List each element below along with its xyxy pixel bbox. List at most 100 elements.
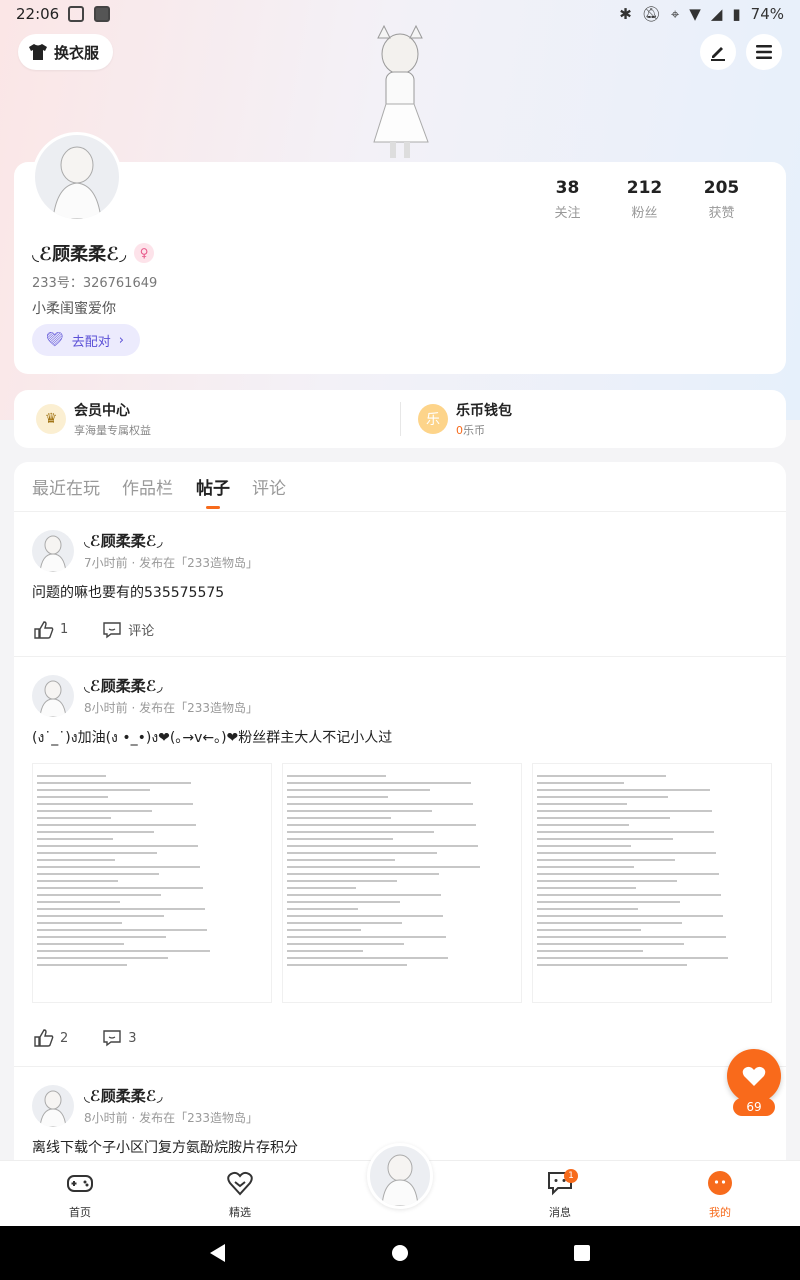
comment-count: 3 (128, 1030, 137, 1046)
image-text-line (287, 789, 430, 791)
stat-fans[interactable]: 212 粉丝 (606, 178, 683, 221)
match-button[interactable]: 💜︎ 去配对 › (32, 324, 140, 356)
nav-featured[interactable]: 精选 (200, 1169, 280, 1220)
image-text-line (537, 887, 636, 889)
image-text-line (287, 824, 476, 826)
profile-avatar[interactable] (32, 132, 122, 222)
nav-center-avatar[interactable] (367, 1143, 433, 1209)
post-image[interactable] (532, 763, 772, 1003)
image-text-line (37, 817, 111, 819)
image-text-line (287, 866, 481, 868)
tab-comments[interactable]: 评论 (252, 474, 286, 499)
image-text-line (37, 782, 192, 784)
image-text-line (287, 852, 437, 854)
post-author-avatar[interactable] (32, 675, 74, 717)
profile-tabs: 最近在玩 作品栏 帖子 评论 (14, 462, 786, 512)
image-text-line (37, 929, 208, 931)
image-text-line (37, 887, 203, 889)
heart-icon (742, 1066, 766, 1086)
image-text-line (37, 908, 205, 910)
image-text-line (537, 908, 639, 910)
image-text-line (287, 915, 444, 917)
floating-like-button[interactable] (727, 1049, 781, 1103)
nav-messages[interactable]: 1 消息 (520, 1169, 600, 1220)
stat-likes[interactable]: 205 获赞 (683, 178, 760, 221)
image-text-line (37, 894, 162, 896)
back-icon[interactable] (208, 1243, 226, 1263)
tab-posts[interactable]: 帖子 (196, 474, 230, 499)
comment-button[interactable]: 评论 (102, 620, 154, 639)
post-author-name[interactable]: ◟ℰ顾柔柔ℰ◞ (84, 675, 163, 696)
post-author-name[interactable]: ◟ℰ顾柔柔ℰ◞ (84, 1085, 163, 1106)
change-outfit-button[interactable]: 换衣服 (18, 34, 114, 70)
image-text-line (37, 950, 210, 952)
image-text-line (37, 957, 169, 959)
post-item[interactable]: ◟ℰ顾柔柔ℰ◞ 8小时前 · 发布在「233造物岛」 (ง˙_˙)ง加油(ง •… (14, 657, 786, 1067)
member-center-sub: 享海量专属权益 (74, 424, 151, 437)
image-text-line (37, 936, 166, 938)
image-text-line (37, 831, 155, 833)
comment-icon (103, 621, 121, 638)
like-count: 2 (60, 1030, 69, 1046)
post-image[interactable] (32, 763, 272, 1003)
post-item[interactable]: ◟ℰ顾柔柔ℰ◞ 7小时前 · 发布在「233造物岛」 问题的嘛也要有的53557… (14, 512, 786, 657)
image-text-line (37, 838, 113, 840)
image-text-line (37, 824, 196, 826)
mute-icon: 🔕︎ (641, 5, 661, 23)
tab-recent-play[interactable]: 最近在玩 (32, 474, 100, 499)
image-text-line (37, 789, 150, 791)
image-text-line (287, 957, 448, 959)
image-text-line (537, 775, 666, 777)
image-text-line (37, 901, 120, 903)
member-center-entry[interactable]: ♛ 会员中心 享海量专属权益 (36, 400, 151, 438)
like-button[interactable]: 2 (34, 1029, 68, 1047)
profile-stats: 38 关注 212 粉丝 205 获赞 (529, 178, 760, 221)
crown-icon: ♛ (36, 404, 66, 434)
recents-square-icon[interactable] (573, 1244, 591, 1262)
edit-profile-button[interactable] (700, 34, 736, 70)
home-circle-icon[interactable] (391, 1244, 409, 1262)
profile-nickname-row: ◟ℰ顾柔柔ℰ◞ ♀ (32, 240, 155, 266)
profile-card: 38 关注 212 粉丝 205 获赞 ◟ℰ顾柔柔ℰ◞ ♀ 233号：32676… (14, 132, 786, 374)
wallet-entry[interactable]: 乐 乐币钱包 0乐币 (418, 400, 512, 438)
stat-likes-label: 获赞 (708, 206, 735, 221)
system-navigation-bar (0, 1226, 800, 1280)
image-text-line (537, 782, 625, 784)
post-author-avatar[interactable] (32, 530, 74, 572)
image-text-line (537, 817, 671, 819)
image-text-line (287, 782, 471, 784)
image-text-line (287, 922, 402, 924)
image-text-line (537, 831, 715, 833)
image-text-line (287, 901, 400, 903)
post-author-avatar[interactable] (32, 1085, 74, 1127)
post-image[interactable] (282, 763, 522, 1003)
stat-likes-num: 205 (703, 178, 740, 198)
image-text-line (287, 817, 391, 819)
image-text-line (287, 964, 407, 966)
like-button[interactable]: 1 (34, 620, 68, 639)
gender-female-icon: ♀ (134, 243, 155, 263)
image-text-line (287, 929, 361, 931)
nav-featured-label: 精选 (229, 1206, 251, 1219)
image-text-line (537, 873, 719, 875)
hamburger-icon (756, 45, 772, 59)
post-meta: 8小时前 · 发布在「233造物岛」 (84, 1111, 258, 1125)
tab-works[interactable]: 作品栏 (122, 474, 173, 499)
comment-button[interactable]: 3 (102, 1029, 137, 1047)
nav-home-label: 首页 (69, 1206, 91, 1219)
image-text-line (287, 838, 393, 840)
image-text-line (537, 922, 682, 924)
nav-me[interactable]: 我的 (680, 1169, 760, 1220)
image-text-line (537, 957, 728, 959)
menu-button[interactable] (746, 34, 782, 70)
post-author-name[interactable]: ◟ℰ顾柔柔ℰ◞ (84, 530, 163, 551)
nav-home[interactable]: 首页 (40, 1169, 120, 1220)
image-text-line (37, 796, 109, 798)
vip-card: ♛ 会员中心 享海量专属权益 乐 乐币钱包 0乐币 (14, 390, 786, 448)
app-status-icon (94, 6, 110, 22)
stat-following[interactable]: 38 关注 (529, 178, 606, 221)
profile-bio: 小柔闺蜜爱你 (32, 301, 116, 317)
image-text-line (287, 859, 396, 861)
character-avatar-figure[interactable] (356, 24, 444, 160)
image-text-line (537, 803, 627, 805)
